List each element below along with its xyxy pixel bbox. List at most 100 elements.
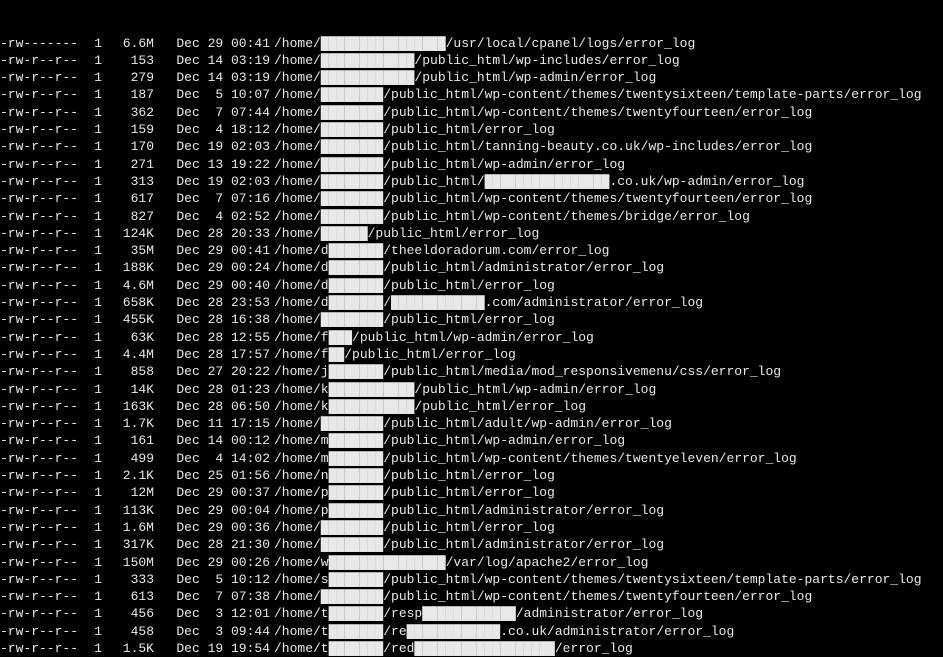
file-path: /home/p███████/public_html/administrator…	[270, 502, 664, 519]
file-date: Dec 14 00:12	[154, 432, 270, 449]
file-date: Dec 28 23:53	[154, 294, 270, 311]
file-row: -rw-r--r--1159Dec 4 18:12/home/████████/…	[0, 121, 941, 138]
file-size: 113K	[106, 502, 154, 519]
file-links: 1	[80, 104, 106, 121]
terminal-output: -rw-------16.6MDec 29 00:41/home/███████…	[0, 35, 943, 657]
file-perm: -rw-r--r--	[0, 52, 80, 69]
file-links: 1	[80, 502, 106, 519]
file-date: Dec 29 00:36	[154, 519, 270, 536]
file-date: Dec 13 19:22	[154, 156, 270, 173]
file-size: 271	[106, 156, 154, 173]
file-perm: -rw-r--r--	[0, 519, 80, 536]
file-size: 170	[106, 138, 154, 155]
file-perm: -rw-r--r--	[0, 69, 80, 86]
file-links: 1	[80, 640, 106, 657]
file-links: 1	[80, 415, 106, 432]
file-size: 1.7K	[106, 415, 154, 432]
file-links: 1	[80, 121, 106, 138]
file-path: /home/████████/public_html/error_log	[270, 121, 555, 138]
file-perm: -rw-r--r--	[0, 156, 80, 173]
file-perm: -rw-r--r--	[0, 467, 80, 484]
file-path: /home/f██/public_html/error_log	[270, 346, 516, 363]
file-size: 317K	[106, 536, 154, 553]
file-size: 187	[106, 86, 154, 103]
file-links: 1	[80, 467, 106, 484]
file-row: -rw-r--r--1827Dec 4 02:52/home/████████/…	[0, 208, 941, 225]
file-links: 1	[80, 605, 106, 622]
file-path: /home/████████/public_html/wp-content/th…	[270, 588, 812, 605]
file-links: 1	[80, 329, 106, 346]
file-date: Dec 25 01:56	[154, 467, 270, 484]
file-size: 458	[106, 623, 154, 640]
file-date: Dec 28 16:38	[154, 311, 270, 328]
file-path: /home/████████/public_html/tanning-beaut…	[270, 138, 812, 155]
file-perm: -rw-r--r--	[0, 398, 80, 415]
file-date: Dec 5 10:12	[154, 571, 270, 588]
file-perm: -rw-r--r--	[0, 502, 80, 519]
file-path: /home/t███████/resp████████████/administ…	[270, 605, 703, 622]
file-perm: -rw-r--r--	[0, 432, 80, 449]
file-perm: -rw-r--r--	[0, 450, 80, 467]
file-date: Dec 28 12:55	[154, 329, 270, 346]
file-date: Dec 14 03:19	[154, 69, 270, 86]
file-date: Dec 29 00:24	[154, 259, 270, 276]
file-perm: -rw-r--r--	[0, 554, 80, 571]
file-path: /home/████████/public_html/wp-content/th…	[270, 86, 922, 103]
file-perm: -rw-r--r--	[0, 623, 80, 640]
file-row: -rw-r--r--114KDec 28 01:23/home/k███████…	[0, 381, 941, 398]
file-size: 188K	[106, 259, 154, 276]
file-links: 1	[80, 398, 106, 415]
file-row: -rw-r--r--1163KDec 28 06:50/home/k██████…	[0, 398, 941, 415]
file-date: Dec 29 00:41	[154, 35, 270, 52]
file-date: Dec 3 09:44	[154, 623, 270, 640]
file-perm: -rw-r--r--	[0, 208, 80, 225]
file-perm: -rw-r--r--	[0, 173, 80, 190]
file-row: -rw-r--r--135MDec 29 00:41/home/d███████…	[0, 242, 941, 259]
file-row: -rw-r--r--1150MDec 29 00:26/home/w██████…	[0, 554, 941, 571]
file-date: Dec 29 00:41	[154, 242, 270, 259]
file-links: 1	[80, 571, 106, 588]
file-perm: -rw-------	[0, 35, 80, 52]
file-row: -rw-r--r--11.6MDec 29 00:36/home/███████…	[0, 519, 941, 536]
file-date: Dec 29 00:37	[154, 484, 270, 501]
file-row: -rw-r--r--1188KDec 29 00:24/home/d██████…	[0, 259, 941, 276]
file-size: 153	[106, 52, 154, 69]
file-size: 4.4M	[106, 346, 154, 363]
file-links: 1	[80, 173, 106, 190]
file-path: /home/p███████/public_html/error_log	[270, 484, 555, 501]
file-size: 124K	[106, 225, 154, 242]
file-perm: -rw-r--r--	[0, 311, 80, 328]
file-path: /home/s███████/public_html/wp-content/th…	[270, 571, 922, 588]
file-links: 1	[80, 519, 106, 536]
file-row: -rw-r--r--1499Dec 4 14:02/home/m███████/…	[0, 450, 941, 467]
file-size: 4.6M	[106, 277, 154, 294]
file-size: 14K	[106, 381, 154, 398]
file-row: -rw-r--r--1271Dec 13 19:22/home/████████…	[0, 156, 941, 173]
file-perm: -rw-r--r--	[0, 329, 80, 346]
file-size: 362	[106, 104, 154, 121]
file-links: 1	[80, 259, 106, 276]
file-size: 499	[106, 450, 154, 467]
file-row: -rw-r--r--12.1KDec 25 01:56/home/n██████…	[0, 467, 941, 484]
file-date: Dec 28 06:50	[154, 398, 270, 415]
file-size: 333	[106, 571, 154, 588]
file-perm: -rw-r--r--	[0, 640, 80, 657]
file-path: /home/████████/public_html/wp-admin/erro…	[270, 156, 625, 173]
file-row: -rw-r--r--1124KDec 28 20:33/home/██████/…	[0, 225, 941, 242]
file-size: 2.1K	[106, 467, 154, 484]
file-size: 161	[106, 432, 154, 449]
file-row: -rw-r--r--1362Dec 7 07:44/home/████████/…	[0, 104, 941, 121]
file-size: 6.6M	[106, 35, 154, 52]
file-date: Dec 19 02:03	[154, 173, 270, 190]
file-size: 455K	[106, 311, 154, 328]
file-perm: -rw-r--r--	[0, 381, 80, 398]
file-size: 827	[106, 208, 154, 225]
file-links: 1	[80, 588, 106, 605]
file-date: Dec 11 17:15	[154, 415, 270, 432]
file-date: Dec 14 03:19	[154, 52, 270, 69]
file-row: -rw-------16.6MDec 29 00:41/home/███████…	[0, 35, 941, 52]
file-date: Dec 27 20:22	[154, 363, 270, 380]
file-links: 1	[80, 225, 106, 242]
file-path: /home/████████/public_html/█████████████…	[270, 173, 805, 190]
file-path: /home/██████/public_html/error_log	[270, 225, 539, 242]
